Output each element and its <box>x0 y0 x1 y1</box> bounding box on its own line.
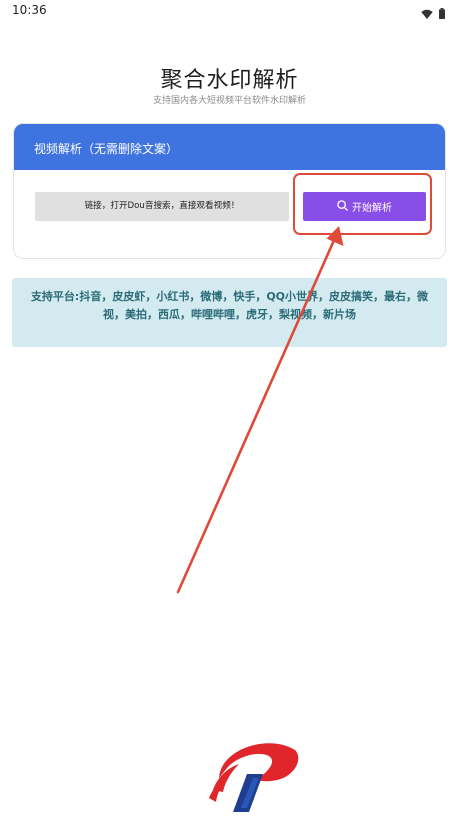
highlight-annotation <box>293 173 432 235</box>
supported-platforms-text: 支持平台:抖音，皮皮虾，小红书，微博，快手，QQ小世界，皮皮搞笑，最右，微视，美… <box>30 290 429 321</box>
app-screen: 10:36 聚合水印解析 支持国内各大短视频平台软件水印解析 视频解析（无需删除… <box>0 0 459 817</box>
app-logo <box>209 743 299 812</box>
card-header: 视频解析（无需删除文案） <box>14 124 445 170</box>
url-input[interactable]: 链接，打开Dou音搜索，直接观看视频！ <box>35 192 289 221</box>
status-icons <box>421 4 445 23</box>
page-title: 聚合水印解析 <box>160 68 299 93</box>
battery-icon <box>439 4 445 23</box>
page-subtitle: 支持国内各大短视频平台软件水印解析 <box>152 96 306 106</box>
card-title: 视频解析（无需删除文案） <box>34 142 179 156</box>
wifi-icon <box>421 4 433 23</box>
status-time: 10:36 <box>12 3 47 17</box>
status-bar: 10:36 <box>0 0 459 22</box>
supported-platforms-panel: 支持平台:抖音，皮皮虾，小红书，微博，快手，QQ小世界，皮皮搞笑，最右，微视，美… <box>12 278 447 347</box>
